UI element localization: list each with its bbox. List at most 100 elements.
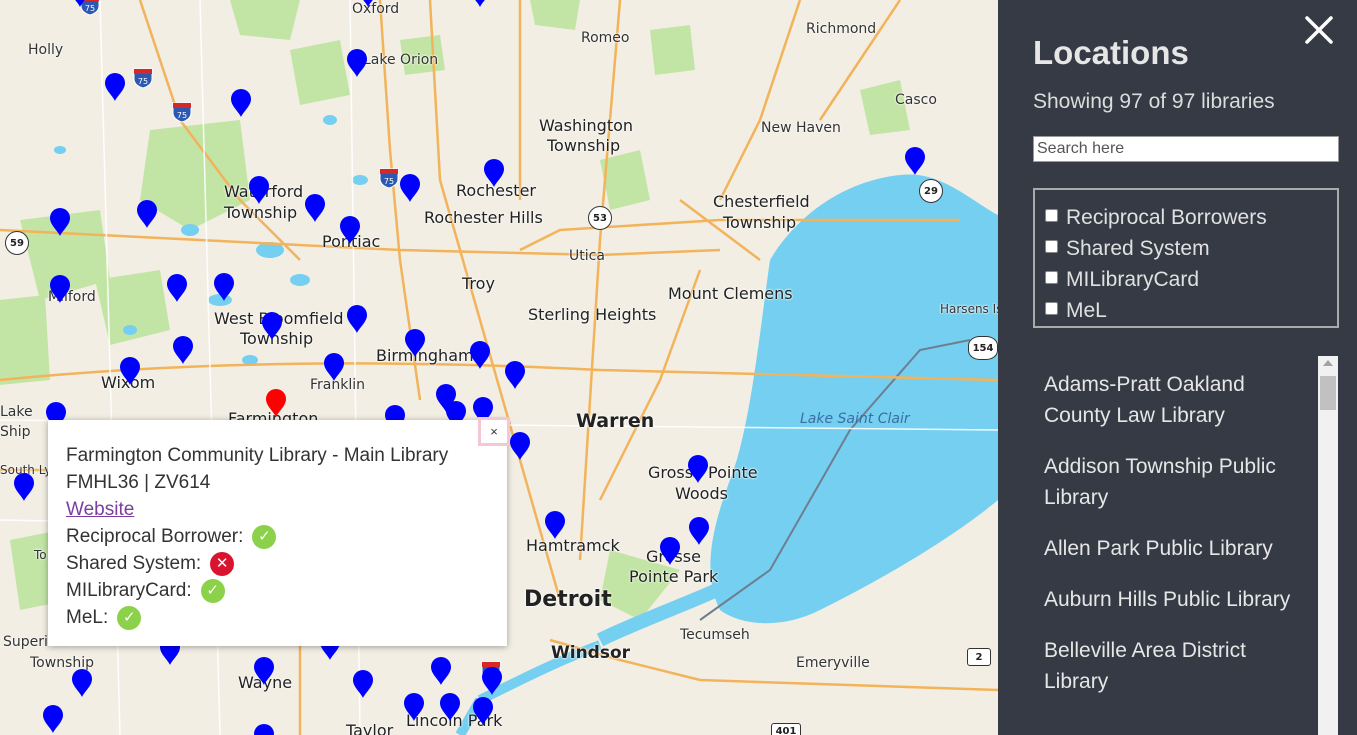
library-marker-icon[interactable]	[404, 328, 426, 358]
library-marker-icon[interactable]	[688, 516, 710, 546]
library-marker-icon[interactable]	[544, 510, 566, 540]
library-marker-icon[interactable]	[357, 0, 379, 8]
library-marker-icon[interactable]	[472, 696, 494, 726]
place-label: Emeryville	[796, 655, 870, 671]
library-marker-icon[interactable]	[230, 88, 252, 118]
library-marker-icon[interactable]	[69, 0, 91, 8]
library-marker-icon[interactable]	[49, 207, 71, 237]
check-icon: ✓	[117, 605, 142, 630]
place-label: Taylor	[346, 721, 394, 735]
library-marker-icon[interactable]	[213, 272, 235, 302]
route-shield: 59	[5, 231, 29, 255]
scrollbar-thumb[interactable]	[1320, 376, 1336, 410]
library-marker-icon[interactable]	[253, 723, 275, 735]
interstate-shield-icon: 75	[133, 68, 153, 89]
library-marker-icon[interactable]	[346, 48, 368, 78]
locations-sidebar: Locations Showing 97 of 97 libraries Rec…	[998, 0, 1357, 735]
library-marker-icon[interactable]	[265, 388, 287, 418]
place-label: Township	[547, 136, 621, 155]
place-label: Lake	[0, 404, 33, 420]
scroll-up-arrow-icon[interactable]	[1323, 360, 1333, 366]
map[interactable]: Holly Oxford Lake Orion Romeo Richmond C…	[0, 0, 998, 735]
place-label: Utica	[569, 248, 605, 264]
library-marker-icon[interactable]	[253, 656, 275, 686]
place-label: Woods	[675, 484, 728, 503]
place-label: Sterling Heights	[528, 305, 657, 324]
library-marker-icon[interactable]	[136, 199, 158, 229]
popup-row-label: Shared System:	[66, 553, 202, 574]
library-marker-icon[interactable]	[687, 454, 709, 484]
list-scrollbar[interactable]	[1318, 356, 1338, 735]
library-list: Adams-Pratt Oakland County Law Library A…	[1033, 356, 1339, 735]
popup-codes: FMHL36 | ZV614	[66, 472, 211, 493]
library-marker-icon[interactable]	[504, 360, 526, 390]
filter-reciprocal-borrowers[interactable]: Reciprocal Borrowers	[1045, 202, 1337, 233]
library-marker-icon[interactable]	[509, 431, 531, 461]
library-list-item[interactable]: Addison Township Public Library	[1033, 438, 1339, 520]
popup-row-label: MeL:	[66, 607, 109, 628]
checkbox[interactable]	[1045, 302, 1058, 315]
library-marker-icon[interactable]	[403, 692, 425, 722]
library-marker-icon[interactable]	[483, 158, 505, 188]
place-label: Casco	[895, 92, 937, 108]
library-marker-icon[interactable]	[399, 173, 421, 203]
popup-close-button[interactable]: ×	[478, 417, 510, 446]
library-marker-icon[interactable]	[49, 274, 71, 304]
popup-row-shared-system: Shared System: ✕	[66, 550, 489, 577]
filter-mel[interactable]: MeL	[1045, 295, 1337, 326]
library-marker-icon[interactable]	[346, 304, 368, 334]
place-label: Romeo	[581, 30, 630, 46]
library-marker-icon[interactable]	[904, 146, 926, 176]
library-marker-icon[interactable]	[42, 704, 64, 734]
place-label: Lake Saint Clair	[800, 411, 910, 427]
library-marker-icon[interactable]	[430, 656, 452, 686]
library-marker-icon[interactable]	[71, 668, 93, 698]
checkbox[interactable]	[1045, 240, 1058, 253]
library-marker-icon[interactable]	[469, 0, 491, 8]
library-marker-icon[interactable]	[439, 692, 461, 722]
library-marker-icon[interactable]	[304, 193, 326, 223]
library-marker-icon[interactable]	[13, 472, 35, 502]
library-marker-icon[interactable]	[172, 335, 194, 365]
library-marker-icon[interactable]	[481, 666, 503, 696]
close-icon[interactable]	[1301, 12, 1337, 48]
place-label: Township	[224, 203, 298, 222]
library-marker-icon[interactable]	[339, 215, 361, 245]
popup-row-mel: MeL: ✓	[66, 604, 489, 631]
library-marker-icon[interactable]	[248, 175, 270, 205]
library-marker-icon[interactable]	[469, 340, 491, 370]
place-label: To	[34, 548, 47, 562]
place-label: Windsor	[551, 643, 631, 663]
popup-row-milibrarycard: MILibraryCard: ✓	[66, 577, 489, 604]
library-marker-icon[interactable]	[104, 72, 126, 102]
checkbox[interactable]	[1045, 271, 1058, 284]
library-marker-icon[interactable]	[166, 273, 188, 303]
library-list-item[interactable]: Belleville Area District Library	[1033, 622, 1339, 704]
checkbox[interactable]	[1045, 209, 1058, 222]
popup-row-label: MILibraryCard:	[66, 580, 192, 601]
library-list-item[interactable]: Auburn Hills Public Library	[1033, 571, 1339, 622]
x-icon: ✕	[210, 551, 235, 576]
place-label: Washington	[539, 116, 634, 135]
library-marker-icon[interactable]	[323, 352, 345, 382]
website-link[interactable]: Website	[66, 499, 134, 520]
place-label: Richmond	[806, 21, 877, 37]
library-marker-icon[interactable]	[659, 536, 681, 566]
library-marker-icon[interactable]	[261, 311, 283, 341]
place-label: Tecumseh	[680, 627, 750, 643]
check-icon: ✓	[252, 524, 277, 549]
place-label: New Haven	[761, 120, 841, 136]
library-list-item[interactable]: Adams-Pratt Oakland County Law Library	[1033, 356, 1339, 438]
library-marker-icon[interactable]	[119, 356, 141, 386]
filter-milibrarycard[interactable]: MILibraryCard	[1045, 264, 1337, 295]
place-label: Lake Orion	[363, 52, 439, 68]
library-marker-icon[interactable]	[352, 669, 374, 699]
interstate-number: 75	[384, 177, 394, 186]
interstate-number: 75	[138, 77, 148, 86]
route-shield: 2	[967, 648, 991, 666]
filter-shared-system[interactable]: Shared System	[1045, 233, 1337, 264]
place-label: Warren	[576, 410, 655, 432]
library-list-item[interactable]: Allen Park Public Library	[1033, 520, 1339, 571]
search-input[interactable]	[1033, 136, 1339, 162]
place-label: Mount Clemens	[668, 284, 793, 303]
